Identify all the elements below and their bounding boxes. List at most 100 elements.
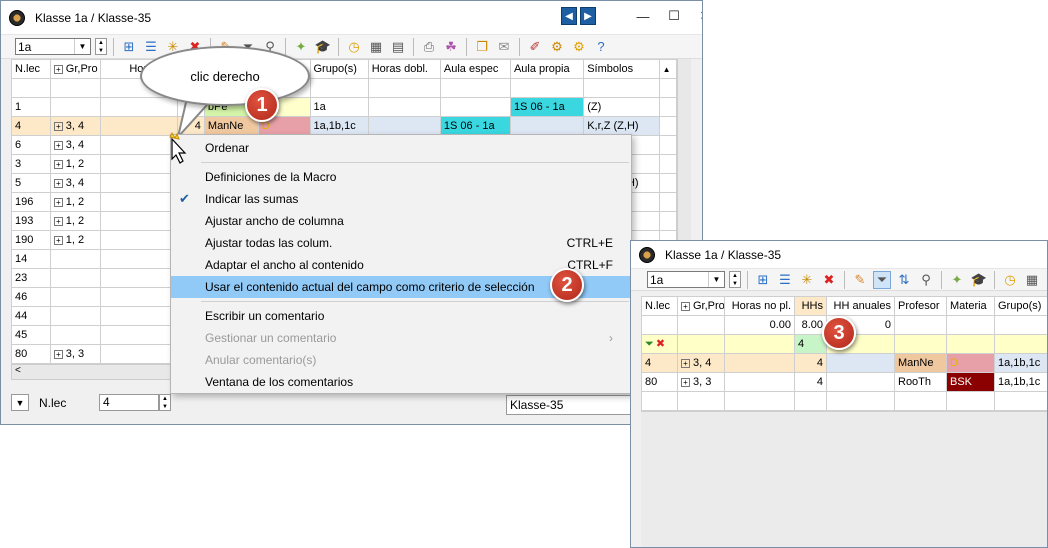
table-row[interactable]: 4 +3, 4 4 ManNe D 1a,1b,1c 1S 06 - 1a K,r,Z (Z,… xyxy=(11,116,678,136)
minimize-icon[interactable]: — xyxy=(629,9,657,24)
cell-col-2[interactable] xyxy=(100,230,178,250)
cell-col-2[interactable] xyxy=(100,249,178,269)
cell-col-0[interactable]: 3 xyxy=(11,154,51,174)
expand-icon[interactable]: + xyxy=(53,178,63,188)
cell-col-0[interactable]: 4 xyxy=(11,116,51,136)
filter-active-icon[interactable]: ⏷ xyxy=(645,338,654,350)
cell-col-3[interactable]: 4 xyxy=(794,353,827,373)
edit-icon[interactable]: ✎ xyxy=(851,271,869,289)
cell-col-6[interactable]: BSK xyxy=(946,372,995,392)
status-field-value[interactable]: 4 xyxy=(99,394,159,411)
menu-item-5[interactable]: Ajustar todas las colum. CTRL+E xyxy=(171,232,631,254)
cell-col-1[interactable]: +3, 4 xyxy=(677,353,725,373)
filter-icon[interactable]: ⏷ xyxy=(873,270,891,289)
expand-icon[interactable]: + xyxy=(53,140,63,150)
cell-col-5[interactable]: ManNe xyxy=(894,353,947,373)
cell-col-5[interactable] xyxy=(894,315,947,335)
cell-col-1[interactable]: +1, 2 xyxy=(49,154,102,174)
cell-col-0[interactable]: 193 xyxy=(11,211,51,231)
cell-col-2[interactable] xyxy=(100,192,178,212)
cell-col-0[interactable]: 4 xyxy=(641,353,678,373)
cell-col-1[interactable]: +3, 4 xyxy=(49,173,102,193)
maximize-icon[interactable]: ☐ xyxy=(660,8,688,24)
graduation-cap-icon[interactable]: 🎓 xyxy=(970,271,988,289)
cell-col-7[interactable] xyxy=(994,315,1047,335)
next-arrow-icon[interactable]: ▶ xyxy=(580,7,596,25)
menu-item-10[interactable]: Gestionar un comentario › xyxy=(171,327,631,349)
class-spinner[interactable]: ▲ ▼ xyxy=(729,271,741,288)
print-icon[interactable]: ⎙ xyxy=(420,38,438,56)
expand-icon[interactable]: + xyxy=(53,349,63,359)
cell-col-1[interactable]: +1, 2 xyxy=(49,192,102,212)
cell-col-1[interactable]: +1, 2 xyxy=(49,211,102,231)
expand-icon[interactable]: + xyxy=(53,159,63,169)
cell-col-0[interactable]: 80 xyxy=(641,372,678,392)
cell-col-10[interactable] xyxy=(583,78,660,98)
cell-col-8[interactable] xyxy=(439,78,511,98)
cell-col-2[interactable] xyxy=(724,334,795,354)
cell-col-4[interactable] xyxy=(826,372,895,392)
expand-icon[interactable]: + xyxy=(53,216,63,226)
chevron-down-icon[interactable]: ▼ xyxy=(708,272,724,287)
cell-col-7[interactable] xyxy=(367,78,441,98)
cell-col-10[interactable]: K,r,Z (Z,H) xyxy=(583,116,660,136)
cell-col-5[interactable]: RooTh xyxy=(894,372,947,392)
table-icon[interactable]: ▤ xyxy=(389,38,407,56)
cell-col-0[interactable]: ⏷ ✖ xyxy=(641,334,678,354)
cell-col-7[interactable]: Horas dobl. xyxy=(367,59,441,79)
status-dropdown-icon[interactable]: ▼ xyxy=(11,394,29,411)
cell-col-0[interactable]: N.lec xyxy=(641,296,678,316)
expand-icon[interactable]: + xyxy=(53,235,63,245)
menu-item-12[interactable]: Ventana de los comentarios xyxy=(171,371,631,393)
cell-col-0[interactable]: 1 xyxy=(11,97,51,117)
people-icon[interactable]: ☘ xyxy=(442,38,460,56)
help-icon[interactable]: ? xyxy=(592,38,610,56)
clear-filter-icon[interactable]: ✖ xyxy=(656,338,665,350)
expand-icon[interactable]: + xyxy=(53,121,63,131)
cell-col-7[interactable]: Grupo(s) xyxy=(994,296,1047,316)
clock-icon[interactable]: ◷ xyxy=(345,38,363,56)
cell-col-1[interactable] xyxy=(49,97,102,117)
cell-col-2[interactable]: 0.00 xyxy=(724,315,795,335)
cell-col-0[interactable]: 23 xyxy=(11,268,51,288)
new-icon[interactable]: ✳ xyxy=(798,271,816,289)
sums-row[interactable]: 0.00 xyxy=(11,78,678,98)
expand-icon[interactable]: + xyxy=(53,64,63,74)
link-icon[interactable]: ⚲ xyxy=(917,271,935,289)
class-select[interactable]: 1a ▼ xyxy=(15,38,91,55)
table-row[interactable]: 80 +3, 3 4 RooTh BSK 1a,1b,1c xyxy=(641,372,1047,392)
grid-icon[interactable]: ⊞ xyxy=(120,38,138,56)
cell-col-6[interactable]: 1a,1b,1c xyxy=(309,116,369,136)
cell-col-0[interactable]: 5 xyxy=(11,173,51,193)
cell-col-6[interactable]: 1a xyxy=(309,97,369,117)
cell-col-1[interactable] xyxy=(49,78,102,98)
cell-col-7[interactable] xyxy=(994,334,1047,354)
menu-item-2[interactable]: Definiciones de la Macro xyxy=(171,166,631,188)
cell-col-1[interactable]: +3, 4 xyxy=(49,116,102,136)
cell-col-6[interactable]: Grupo(s) xyxy=(309,59,369,79)
cell-col-1[interactable]: + Gr,Pro xyxy=(677,296,725,316)
graduation-cap-icon[interactable]: 🎓 xyxy=(314,38,332,56)
cell-col-1[interactable]: + Gr,Pro xyxy=(49,59,102,79)
cell-col-1[interactable]: +3, 4 xyxy=(49,135,102,155)
cell-col-7[interactable]: 1a,1b,1c xyxy=(994,372,1047,392)
brush-icon[interactable]: ✐ xyxy=(526,38,544,56)
cell-col-5[interactable] xyxy=(894,334,947,354)
sort-icon[interactable]: ⇅ xyxy=(895,271,913,289)
cell-col-6[interactable] xyxy=(309,78,369,98)
cell-col-2[interactable] xyxy=(100,211,178,231)
cell-col-0[interactable] xyxy=(11,78,51,98)
prev-arrow-icon[interactable]: ◀ xyxy=(561,7,577,25)
cell-col-8[interactable]: 1S 06 - 1a xyxy=(439,116,511,136)
status-spinner[interactable]: ▲ ▼ xyxy=(159,394,171,411)
cell-col-1[interactable] xyxy=(677,315,725,335)
list-icon[interactable]: ☰ xyxy=(142,38,160,56)
cell-col-4[interactable] xyxy=(826,353,895,373)
cell-col-10[interactable]: Símbolos xyxy=(583,59,660,79)
cell-col-0[interactable]: 6 xyxy=(11,135,51,155)
cell-col-6[interactable] xyxy=(946,315,995,335)
cell-col-1[interactable] xyxy=(49,287,102,307)
cell-col-1[interactable] xyxy=(677,334,725,354)
expand-icon[interactable]: + xyxy=(53,197,63,207)
list-icon[interactable]: ☰ xyxy=(776,271,794,289)
